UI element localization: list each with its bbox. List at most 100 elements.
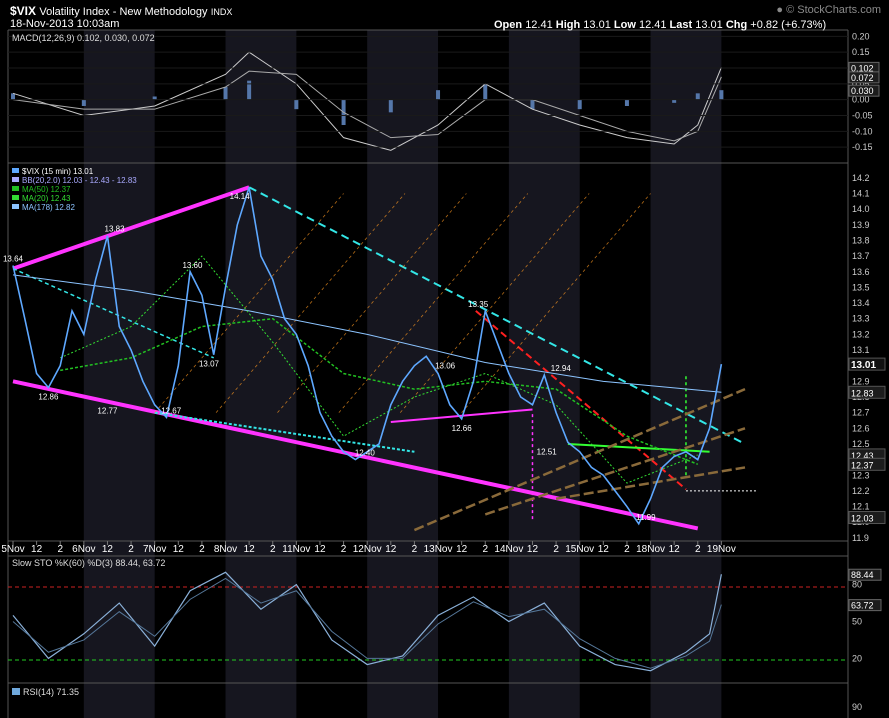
x-tick-label: 2	[270, 544, 276, 555]
x-tick-label: 2	[695, 544, 701, 555]
price-tick-label: 13.3	[852, 314, 870, 324]
macd-tick-label: -0.10	[852, 126, 873, 136]
macd-hist-bar	[577, 99, 582, 110]
time-bands	[83, 30, 722, 718]
price-tick-label: 12.9	[852, 376, 870, 386]
price-tick-label: 12.1	[852, 502, 870, 512]
price-tick-label: 11.9	[852, 533, 869, 543]
price-annotation: 12.66	[452, 424, 473, 433]
price-axis: 14.2 14.1 14.0 13.9 13.8 13.7 13.6 13.5 13.4 13.3…	[848, 173, 886, 543]
x-tick-label: 2	[553, 544, 559, 555]
x-tick-label: 8Nov	[214, 544, 237, 555]
x-tick-label: 18Nov	[636, 544, 665, 555]
x-tick-label: 12	[385, 544, 397, 555]
high-label: High	[555, 19, 581, 31]
x-tick-label: 12	[598, 544, 610, 555]
chart-title: $VIX Volatility Index - New Methodology …	[10, 4, 232, 18]
ohlc-bar: Open 12.41 High 13.01 Low 12.41 Last 13.…	[494, 19, 826, 31]
x-tick-label: 6Nov	[72, 544, 95, 555]
up-arrow-icon: ●	[776, 4, 784, 16]
low-value: 12.41	[638, 19, 667, 31]
price-annotation: 14.14	[230, 192, 251, 201]
price-tick-label: 13.7	[852, 251, 870, 261]
stock-chart: 0.200.150.100.050.00-0.05-0.10-0.150.102…	[1, 29, 886, 718]
open-label: Open	[494, 19, 523, 31]
price-annotation: 13.64	[3, 254, 24, 263]
x-tick-label: 2	[624, 544, 630, 555]
price-annotation: 11.99	[636, 513, 656, 522]
chg-value: +0.82 (+6.73%)	[750, 19, 827, 31]
price-tick-label: 14.2	[852, 173, 870, 183]
price-tick-label: 12.3	[852, 470, 870, 480]
legend-swatch	[12, 177, 19, 182]
price-annotation: 12.51	[537, 447, 558, 456]
legend-entry: MA(178) 12.82	[22, 203, 75, 212]
price-tick-label: 13.2	[852, 329, 870, 339]
macd-tick-label: -0.05	[852, 111, 873, 121]
price-tick-label: 13.5	[852, 282, 870, 292]
last-value: 13.01	[695, 19, 723, 31]
x-tick-label: 12	[31, 544, 43, 555]
price-tick-label: 13.4	[852, 298, 870, 308]
macd-hist-bar	[624, 99, 629, 106]
x-tick-label: 7Nov	[143, 544, 166, 555]
macd-value-label: 0.072	[851, 73, 874, 83]
x-tick-label: 2	[199, 544, 205, 555]
x-tick-label: 19Nov	[707, 544, 736, 555]
sto-axis: 80 50 20 88.44 63.72	[848, 568, 882, 663]
low-label: Low	[613, 19, 636, 31]
day-band	[225, 30, 297, 718]
x-tick-label: 12	[102, 544, 114, 555]
legend-swatch	[12, 186, 19, 191]
macd-hist-bar	[483, 83, 488, 100]
macd-hist-bar	[223, 87, 228, 100]
macd-hist-bar	[81, 99, 86, 106]
sto-value-label: 63.72	[851, 601, 874, 611]
price-annotation: 13.35	[468, 300, 489, 309]
rsi-legend-swatch	[12, 688, 20, 695]
x-tick-label: 13Nov	[424, 544, 453, 555]
x-tick-label: 2	[412, 544, 418, 555]
watermark-text: © StockCharts.com	[786, 4, 881, 16]
x-tick-label: 12Nov	[353, 544, 382, 555]
watermark: ● © StockCharts.com	[776, 4, 881, 16]
macd-hist-bar	[436, 90, 441, 100]
sto-tick-label: 80	[852, 580, 862, 590]
price-tick-label: 14.0	[852, 204, 870, 214]
x-tick-label: 11Nov	[282, 544, 310, 555]
price-tick-label: 13.1	[852, 345, 870, 355]
price-annotation: 12.94	[551, 364, 572, 373]
x-tick-label: 2	[341, 544, 347, 555]
rsi-tick-90: 90	[852, 702, 862, 712]
legend-entry: MA(20) 12.43	[22, 194, 71, 203]
macd-value-label: 0.030	[851, 86, 874, 96]
price-value-label: 12.03	[851, 514, 874, 524]
index-name: Volatility Index - New Methodology	[39, 6, 208, 18]
macd-hist-bar	[719, 90, 724, 100]
price-tick-label: 14.1	[852, 188, 870, 198]
legend-swatch	[12, 195, 19, 200]
x-tick-label: 2	[482, 544, 488, 555]
high-value: 13.01	[583, 19, 611, 31]
chg-label: Chg	[725, 19, 748, 31]
macd-hist-bar	[530, 99, 535, 110]
macd-tick-label: 0.20	[852, 31, 870, 41]
x-tick-label: 12	[456, 544, 468, 555]
price-tick-label: 12.6	[852, 423, 870, 433]
x-tick-label: 2	[57, 544, 63, 555]
price-annotation: 13.83	[105, 225, 126, 234]
price-tick-label: 12.5	[852, 439, 870, 449]
price-annotation: 12.67	[161, 406, 182, 415]
day-band	[650, 30, 722, 718]
price-annotation: 13.60	[182, 261, 203, 270]
price-value-label: 12.83	[851, 388, 874, 398]
last-label: Last	[669, 19, 693, 31]
legend-entry: MA(50) 12.37	[22, 185, 71, 194]
macd-title: MACD(12,26,9) 0.102, 0.030, 0.072	[12, 33, 155, 43]
symbol: $VIX	[10, 4, 37, 18]
legend-swatch	[12, 204, 19, 209]
open-value: 12.41	[525, 19, 553, 31]
price-tick-label: 12.7	[852, 408, 870, 418]
legend-entry: BB(20,2.0) 12.03 - 12.43 - 12.83	[22, 176, 137, 185]
x-tick-label: 14Nov	[494, 544, 523, 555]
